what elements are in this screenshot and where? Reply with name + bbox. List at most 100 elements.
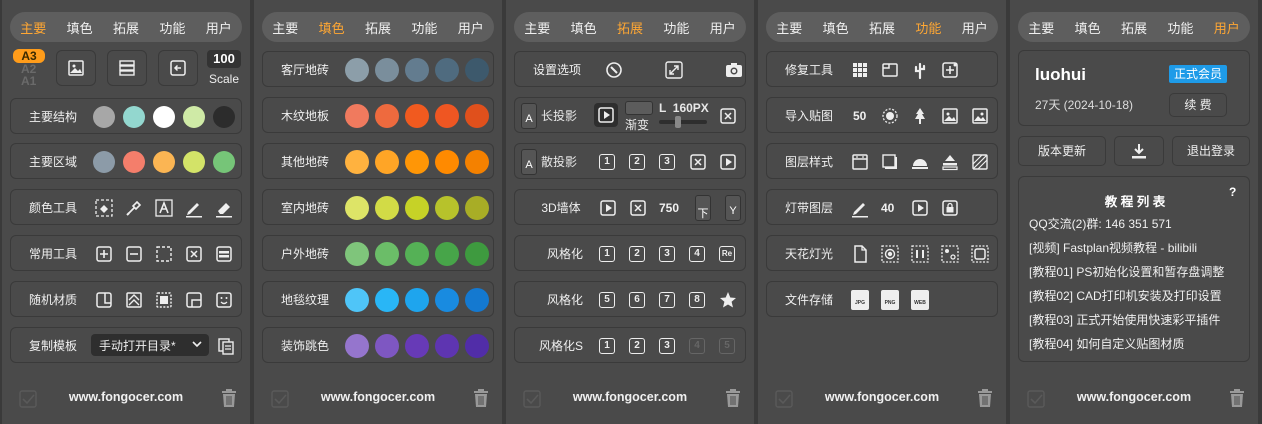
color-swatch[interactable] — [435, 242, 459, 266]
color-swatch[interactable] — [375, 104, 399, 128]
import-value[interactable]: 50 — [853, 98, 866, 134]
frame-light-icon[interactable] — [970, 244, 990, 264]
tree-icon[interactable] — [910, 106, 930, 126]
tab-function[interactable]: 功能 — [411, 18, 437, 37]
add-frame-icon[interactable] — [940, 60, 960, 80]
structure-color-3[interactable] — [153, 106, 175, 128]
color-swatch[interactable] — [435, 288, 459, 312]
slider-thumb[interactable] — [675, 116, 681, 128]
expand-icon[interactable] — [664, 60, 684, 80]
bevel-icon[interactable] — [940, 152, 960, 172]
stripes-icon[interactable] — [970, 152, 990, 172]
close-box-icon[interactable] — [628, 198, 648, 218]
tab-main[interactable]: 主要 — [776, 18, 802, 37]
area-color-2[interactable] — [123, 151, 145, 173]
tutorial-item[interactable]: QQ交流(2)群: 146 351 571 — [1029, 215, 1172, 232]
website-link[interactable]: www.fongocer.com — [758, 390, 1006, 404]
trash-icon[interactable] — [220, 388, 238, 408]
compass-icon[interactable] — [604, 60, 624, 80]
tab-function[interactable]: 功能 — [663, 18, 689, 37]
image-button[interactable] — [56, 50, 96, 86]
website-link[interactable]: www.fongocer.com — [506, 390, 754, 404]
cactus-icon[interactable] — [910, 60, 930, 80]
color-swatch[interactable] — [375, 150, 399, 174]
window-icon[interactable] — [880, 60, 900, 80]
shadow-box-icon[interactable] — [880, 152, 900, 172]
color-swatch[interactable] — [465, 104, 489, 128]
website-link[interactable]: www.fongocer.com — [254, 390, 502, 404]
area-color-5[interactable] — [213, 151, 235, 173]
stylize-5-button[interactable]: 5 — [599, 292, 615, 308]
tab-fill[interactable]: 填色 — [823, 18, 849, 37]
tab-fill[interactable]: 填色 — [67, 18, 93, 37]
help-icon[interactable]: ? — [1229, 185, 1236, 199]
reset-button[interactable]: Re — [719, 246, 735, 262]
stripe-box-icon[interactable] — [214, 244, 234, 264]
trash-icon[interactable] — [472, 388, 490, 408]
color-swatch[interactable] — [435, 58, 459, 82]
structure-color-2[interactable] — [123, 106, 145, 128]
stylize-2-button[interactable]: 2 — [629, 246, 645, 262]
y-button[interactable]: Y — [725, 195, 741, 221]
material-corner-icon[interactable] — [184, 290, 204, 310]
tutorial-item[interactable]: [视频] Fastplan视频教程 - bilibili — [1029, 239, 1197, 256]
a-button[interactable]: A — [521, 149, 537, 175]
gradient-toggle[interactable] — [625, 101, 653, 115]
color-swatch[interactable] — [345, 58, 369, 82]
stylize-s-2-button[interactable]: 2 — [629, 338, 645, 354]
color-swatch[interactable] — [345, 334, 369, 358]
camera-icon[interactable] — [724, 60, 744, 80]
structure-color-4[interactable] — [183, 106, 205, 128]
color-swatch[interactable] — [345, 104, 369, 128]
material-chevron-icon[interactable] — [124, 290, 144, 310]
spotlight-icon[interactable] — [880, 244, 900, 264]
tab-main[interactable]: 主要 — [1028, 18, 1054, 37]
fill-select-icon[interactable] — [94, 198, 114, 218]
color-swatch[interactable] — [405, 334, 429, 358]
tutorial-item[interactable]: [教程02] CAD打印机安装及打印设置 — [1029, 287, 1222, 304]
tab-extend[interactable]: 拓展 — [869, 18, 895, 37]
down-button[interactable]: 下 — [695, 195, 711, 221]
stylize-6-button[interactable]: 6 — [629, 292, 645, 308]
tab-user[interactable]: 用户 — [710, 18, 736, 37]
color-swatch[interactable] — [405, 104, 429, 128]
paper-a1[interactable]: A1 — [21, 74, 36, 88]
tab-function[interactable]: 功能 — [159, 18, 185, 37]
color-swatch[interactable] — [405, 150, 429, 174]
color-swatch[interactable] — [405, 196, 429, 220]
color-swatch[interactable] — [345, 150, 369, 174]
tab-user[interactable]: 用户 — [206, 18, 232, 37]
stylize-1-button[interactable]: 1 — [599, 246, 615, 262]
material-smile-icon[interactable] — [214, 290, 234, 310]
stylize-4-button[interactable]: 4 — [689, 246, 705, 262]
close-box-icon[interactable] — [688, 152, 708, 172]
add-icon[interactable] — [94, 244, 114, 264]
tutorial-item[interactable]: [教程04] 如何自定义贴图材质 — [1029, 335, 1184, 352]
stylize-8-button[interactable]: 8 — [689, 292, 705, 308]
jpg-save-button[interactable]: JPG — [851, 290, 869, 310]
eyedropper-icon[interactable] — [124, 198, 144, 218]
color-swatch[interactable] — [345, 242, 369, 266]
play-icon[interactable] — [718, 152, 738, 172]
multi-light-icon[interactable] — [940, 244, 960, 264]
tab-function[interactable]: 功能 — [1167, 18, 1193, 37]
scatter-1-button[interactable]: 1 — [599, 154, 615, 170]
marquee-icon[interactable] — [154, 244, 174, 264]
tab-user[interactable]: 用户 — [1214, 18, 1240, 37]
structure-color-1[interactable] — [93, 106, 115, 128]
tab-extend[interactable]: 拓展 — [113, 18, 139, 37]
layers-button[interactable] — [107, 50, 147, 86]
eraser-icon[interactable] — [214, 198, 234, 218]
image-icon[interactable] — [970, 106, 990, 126]
tutorial-item[interactable]: [教程01] PS初始化设置和暂存盘调整 — [1029, 263, 1224, 280]
material-stamp-icon[interactable] — [154, 290, 174, 310]
color-swatch[interactable] — [435, 334, 459, 358]
stylize-s-1-button[interactable]: 1 — [599, 338, 615, 354]
template-dropdown[interactable]: 手动打开目录* — [91, 334, 209, 356]
trash-icon[interactable] — [724, 388, 742, 408]
color-swatch[interactable] — [435, 150, 459, 174]
document-icon[interactable] — [850, 244, 870, 264]
structure-color-5[interactable] — [213, 106, 235, 128]
color-swatch[interactable] — [465, 288, 489, 312]
tab-main[interactable]: 主要 — [272, 18, 298, 37]
